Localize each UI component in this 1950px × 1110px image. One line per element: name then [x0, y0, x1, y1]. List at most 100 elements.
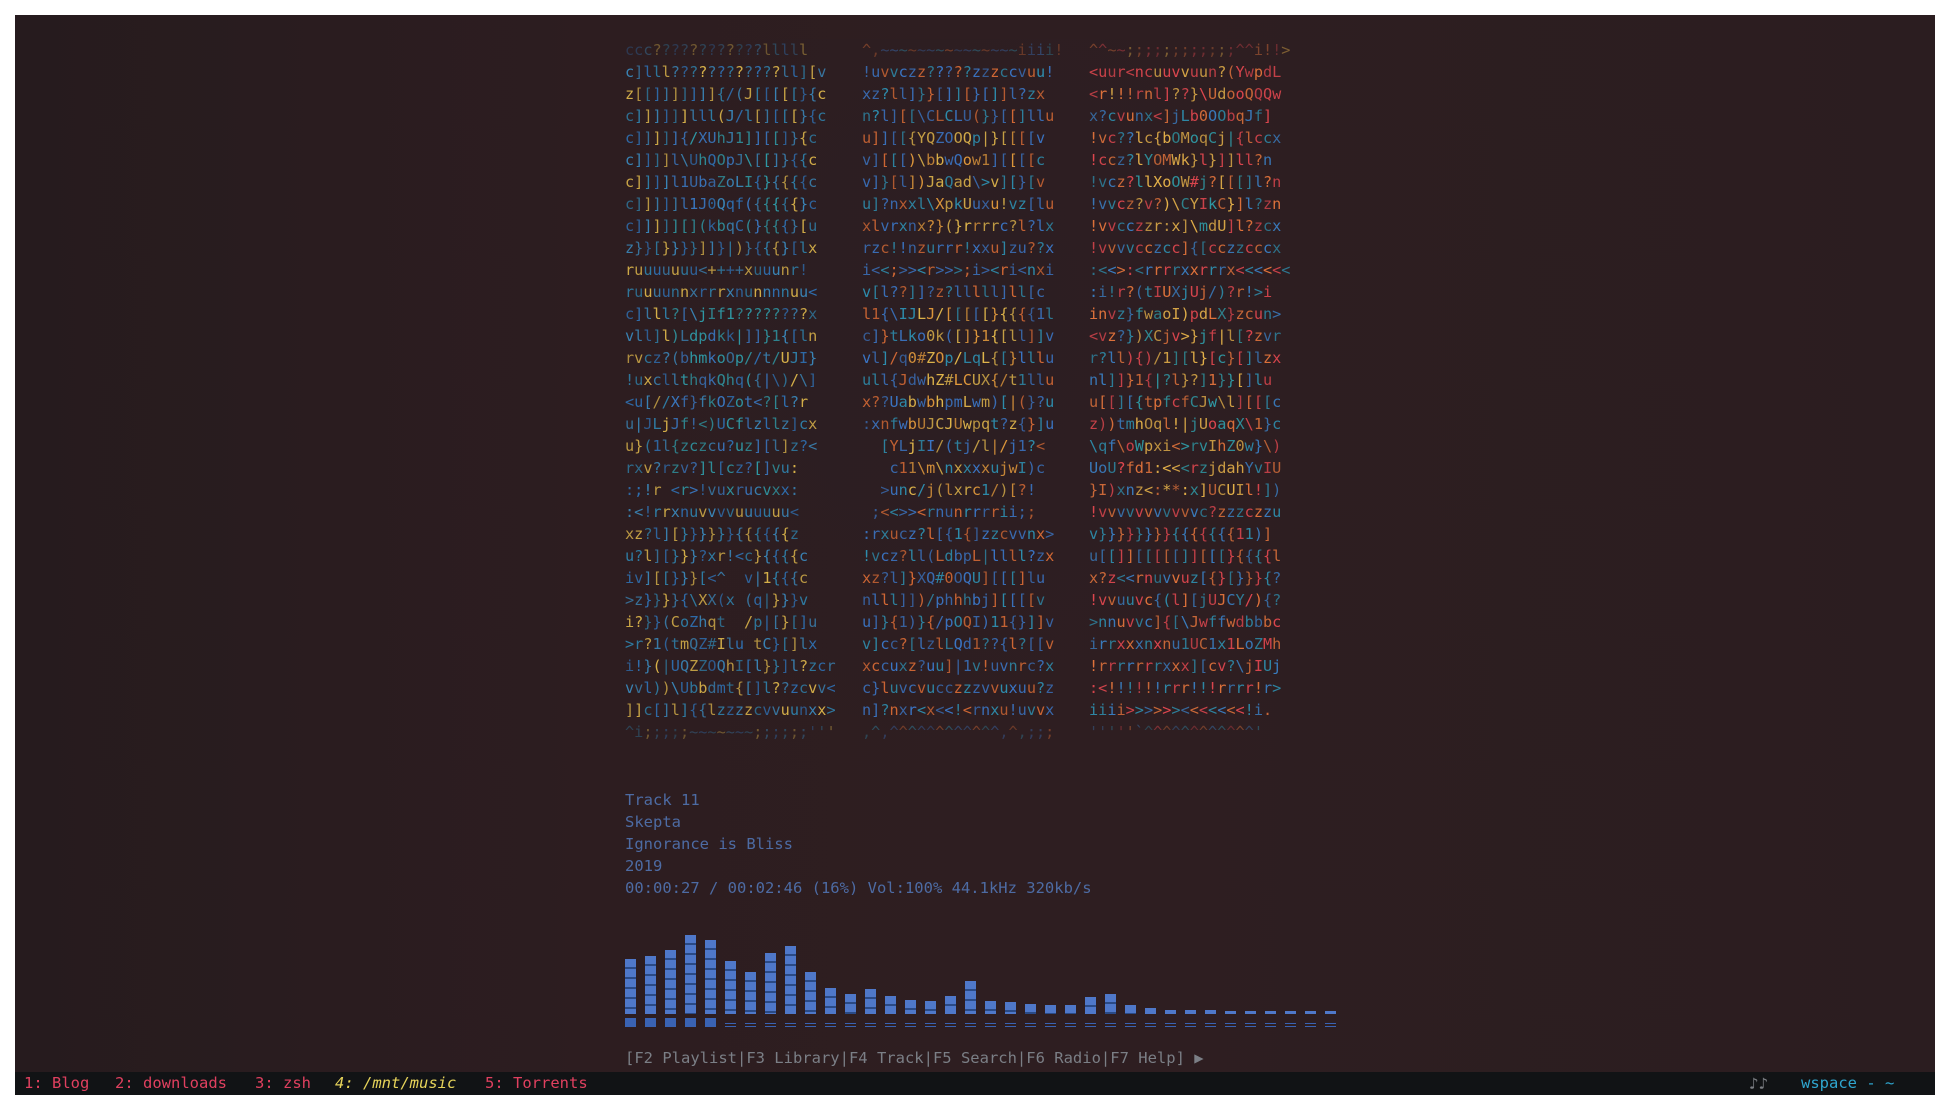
track-info: Track 11 Skepta Ignorance is Bliss 2019 …	[625, 789, 1092, 899]
cover-line: vvl))\Ubbdmt{[]l??zcvv<	[625, 679, 836, 697]
cover-line: xz?l]}XQ#0OQU][[[]lu	[862, 569, 1046, 587]
cover-line: c}luvcvucczzzvvuxuu?z	[862, 679, 1055, 697]
spectrum-base-cell	[1285, 1023, 1296, 1027]
spectrum-visualizer	[625, 905, 1345, 1035]
cover-line: c11\m\nxxxxujwI)c	[889, 459, 1046, 477]
cover-line: nlll]])/phhhbj][[[[v	[862, 591, 1046, 609]
spectrum-bar	[745, 972, 756, 1014]
spectrum-base-cell	[1225, 1023, 1236, 1027]
spectrum-base-cell	[1045, 1023, 1056, 1027]
progress-line: 00:00:27 / 00:02:46 (16%) Vol:100% 44.1k…	[625, 879, 1092, 897]
spectrum-base-cell	[985, 1023, 996, 1027]
cover-line: v[l??]]?z?lllll]ll[c	[862, 283, 1046, 301]
spectrum-base-cell	[1165, 1023, 1176, 1027]
cover-line: c]]]]l\UhQOpJ\[[]}{{c	[625, 151, 818, 169]
spectrum-bar	[645, 956, 656, 1014]
cover-line: r?ll){)/1][l}[c}[]lzx	[1089, 349, 1282, 367]
cover-line: ull{JdwhZ#LCUX{/t1llu	[862, 371, 1055, 389]
cover-line: z}}[}}}}]]}|)}{{{}[lx	[625, 239, 818, 257]
spectrum-bar	[765, 953, 776, 1014]
spectrum-base-cell	[1125, 1023, 1136, 1027]
spectrum-bar	[1285, 1011, 1296, 1014]
spectrum-bar	[1065, 1005, 1076, 1014]
spectrum-bar	[1245, 1011, 1256, 1014]
cover-line: z))tmhOql!|jUoaqX\1}c	[1089, 415, 1282, 433]
cover-line: u}(1l{zczcu?uz][l]z?<	[625, 437, 818, 455]
spectrum-bar	[1005, 1002, 1016, 1014]
workspace-1[interactable]: 1: Blog	[24, 1072, 89, 1095]
cover-line: x??UabwbhpmLwm)[|(}?u	[862, 393, 1055, 411]
cover-line: u|JLjJf!<)UCflzllz]cx	[625, 415, 818, 433]
cover-line: !vcz?ll(LdbpL|llll?zx	[862, 547, 1055, 565]
cover-line: c]]]]l1UbaZoLI{}{{{{c	[625, 173, 818, 191]
cover-line: iiii>>>>>><<<<<<<!i.	[1089, 701, 1273, 719]
spectrum-bar	[705, 940, 716, 1014]
cover-line: >unc/j(lxrc1/)[?!	[880, 481, 1036, 499]
cover-line: c]]]]]]lll(J/l[][[[}{c	[625, 107, 827, 125]
spectrum-base-cell	[1065, 1023, 1076, 1027]
spectrum-base-cell	[885, 1023, 896, 1027]
cover-line: rvcz?(bhmkoOp//t/UJI}	[625, 349, 818, 367]
cover-line: irrxxxnxnu1UC1x1LoZMh	[1089, 635, 1282, 653]
track-title: Track 11	[625, 791, 700, 809]
spectrum-bar	[1085, 997, 1096, 1014]
spectrum-base-cell	[965, 1023, 976, 1027]
cover-line: rxv?rzv?]l[cz?[]vu:	[625, 459, 799, 477]
cover-line: u[[]][[[[[]][[[}{{{{l	[1089, 547, 1282, 565]
cover-line: x?z<<rnuvvuz[{}[}}}{?	[1089, 569, 1282, 587]
spectrum-bar	[725, 961, 736, 1014]
cover-line: <uur<ncuuvvuun?(YwpdL	[1089, 63, 1282, 81]
cover-line: :;!r <r>!vuxrucvxx:	[625, 481, 799, 499]
cover-line: u]][[{YQZOOQp|}[[[[v	[862, 129, 1046, 147]
cover-line: !vcz?llXoOW#j?[[[]l?n	[1089, 173, 1282, 191]
cover-line: \qf\oWpxi<>rvIhZ0w}\)	[1089, 437, 1282, 455]
status-right-text: wspace - ~	[1801, 1074, 1895, 1092]
cover-line: u[[][{tpfcfCJw\l][[[c	[1089, 393, 1282, 411]
cover-line: invz}fwaoI)pdLX}zcun>	[1089, 305, 1282, 323]
cover-line: :rxucz?l[{1{]zzcvvnx>	[862, 525, 1055, 543]
cover-line: ^,~~~~~~~~~~~~~~~iiii!	[862, 41, 1064, 59]
music-note-icon: ♪♪	[1749, 1074, 1769, 1093]
cover-line: n]?nxr<x<<!<rnxu!uvvx	[862, 701, 1055, 719]
cover-line: ]]c[]l]{{lzzzzcvvuunxx>	[625, 701, 836, 719]
cover-line: c]]]]][](kbqC(}{{{}[u	[625, 217, 818, 235]
spectrum-bar	[845, 994, 856, 1014]
track-year: 2019	[625, 857, 663, 875]
cover-line: ^i;;;;;~~~~~~~;;;;;;'''	[625, 723, 836, 741]
cover-line: !uxcllthqkQhq({|\)/\]	[625, 371, 818, 389]
spectrum-base-cell	[1005, 1023, 1016, 1027]
function-key-bar[interactable]: [F2 Playlist|F3 Library|F4 Track|F5 Sear…	[625, 1047, 1204, 1069]
cover-line: i!}(|UQZZOQhI[l}}]l?zcr	[625, 657, 836, 675]
cover-column-right: ^^~~;;;;;;;;;;;;^^i!!> <uur<ncuuvvuun?(Yw…	[1089, 39, 1311, 757]
cover-line: '''''`^^^^^^^^^^^^'	[1089, 723, 1263, 741]
cover-line: <vz?})XCjv>}jf|l[?zvr	[1089, 327, 1282, 345]
cover-column-middle: ^,~~~~~~~~~~~~~~~iiii! !uvvczz?????zzzccv…	[862, 39, 1084, 757]
spectrum-bar	[1205, 1010, 1216, 1014]
spectrum-base-cell	[625, 1018, 636, 1027]
spectrum-base-cell	[805, 1023, 816, 1027]
spectrum-base-cell	[685, 1018, 696, 1027]
cover-line: nl]]}1{|?l}?]1}}[]lu	[1089, 371, 1273, 389]
workspace-2[interactable]: 2: downloads	[115, 1072, 227, 1095]
cover-line: c]lll?[\jIf1????????x	[625, 305, 818, 323]
spectrum-bar	[1045, 1005, 1056, 1014]
workspace-5[interactable]: 5: Torrents	[485, 1072, 588, 1095]
cover-line: z[[]]]]]]]{/(J[[[[[}{c	[625, 85, 827, 103]
workspace-4[interactable]: 4: /mnt/music	[335, 1072, 456, 1095]
cover-line: u]}{1)}{/pOQI)11{}]]v	[862, 613, 1055, 631]
spectrum-bar	[1185, 1010, 1196, 1014]
cover-line: ,^,^^^^^^^^^^^^,^,;;;	[862, 723, 1055, 741]
spectrum-bar	[965, 981, 976, 1014]
cover-line: !rrrrrrrxxx][cv?\jIUj	[1089, 657, 1282, 675]
cover-line: i<<;>><r>>>;i><ri<nxi	[862, 261, 1055, 279]
cover-line: :<<>:<rrrrxxrrrx<<<<<<	[1089, 261, 1291, 279]
spectrum-bar	[1025, 1004, 1036, 1014]
spectrum-base-cell	[1085, 1023, 1096, 1027]
spectrum-bar	[945, 996, 956, 1014]
spectrum-base-cell	[1145, 1023, 1156, 1027]
spectrum-base-cell	[1105, 1023, 1116, 1027]
spectrum-base-cell	[865, 1023, 876, 1027]
spectrum-bar	[1105, 994, 1116, 1014]
cover-line: >nnuvvc]{[\Jwffwdbbbc	[1089, 613, 1282, 631]
workspace-3[interactable]: 3: zsh	[255, 1072, 311, 1095]
